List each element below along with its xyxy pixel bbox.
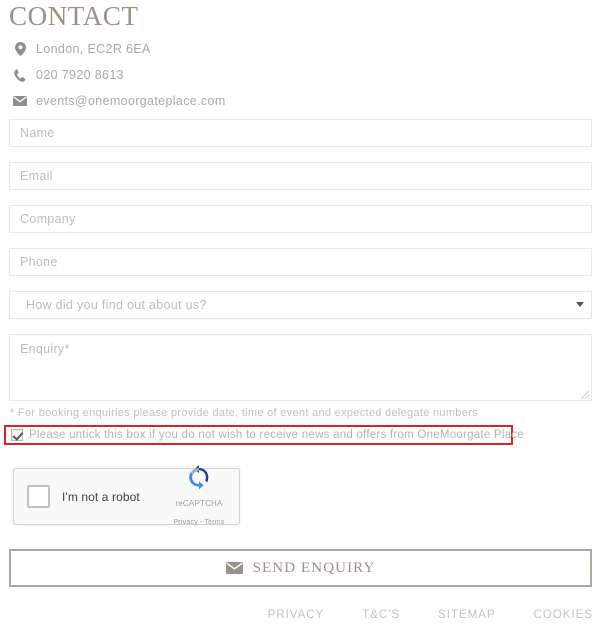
marketing-consent-checkbox[interactable] <box>11 429 23 441</box>
recaptcha-checkbox[interactable] <box>27 485 50 508</box>
referral-select[interactable]: How did you find out about us? <box>9 291 592 319</box>
footer-link-privacy[interactable]: PRIVACY <box>268 609 325 621</box>
enquiry-footnote: * For booking enquiries please provide d… <box>10 407 478 419</box>
referral-select-wrap: How did you find out about us? <box>9 291 592 319</box>
marketing-consent-container[interactable]: Please untick this box if you do not wis… <box>4 425 524 445</box>
marketing-consent-label: Please untick this box if you do not wis… <box>29 429 524 441</box>
recaptcha-branding: reCAPTCHA Privacy - Terms <box>168 464 230 529</box>
contact-address-text: London, EC2R 6EA <box>36 42 151 56</box>
recaptcha-logo-icon <box>189 464 209 489</box>
send-enquiry-button[interactable]: SEND ENQUIRY <box>9 549 592 587</box>
footer-link-terms[interactable]: T&C'S <box>362 609 400 621</box>
envelope-icon <box>9 96 31 106</box>
company-input[interactable] <box>9 205 592 233</box>
contact-phone-text: 020 7920 8613 <box>36 68 124 82</box>
contact-phone-row: 020 7920 8613 <box>9 62 589 88</box>
send-enquiry-label: SEND ENQUIRY <box>252 559 376 576</box>
page-title: CONTACT <box>9 1 139 31</box>
footer-link-cookies[interactable]: COOKIES <box>534 609 593 621</box>
enquiry-textarea[interactable] <box>9 334 592 401</box>
phone-input[interactable] <box>9 248 592 276</box>
email-input[interactable] <box>9 162 592 190</box>
contact-email-row: events@onemoorgateplace.com <box>9 88 589 114</box>
recaptcha-brand-text: reCAPTCHA <box>175 498 223 508</box>
footer-links: PRIVACY T&C'S SITEMAP COOKIES <box>268 609 593 621</box>
envelope-icon <box>225 562 243 574</box>
footer-link-sitemap[interactable]: SITEMAP <box>438 609 495 621</box>
map-pin-icon <box>9 42 31 56</box>
contact-details-list: London, EC2R 6EA 020 7920 8613 events@on… <box>9 36 589 114</box>
contact-form: How did you find out about us? * For boo… <box>9 119 592 419</box>
recaptcha-label: I'm not a robot <box>62 489 140 504</box>
contact-email-text: events@onemoorgateplace.com <box>36 94 226 108</box>
name-input[interactable] <box>9 119 592 147</box>
enquiry-textarea-wrap <box>9 334 592 401</box>
phone-icon <box>9 68 31 82</box>
recaptcha-widget[interactable]: I'm not a robot reCAPTCHA Privacy - Term… <box>13 464 240 526</box>
recaptcha-legal-links[interactable]: Privacy - Terms <box>173 519 224 526</box>
contact-address-row: London, EC2R 6EA <box>9 36 589 62</box>
